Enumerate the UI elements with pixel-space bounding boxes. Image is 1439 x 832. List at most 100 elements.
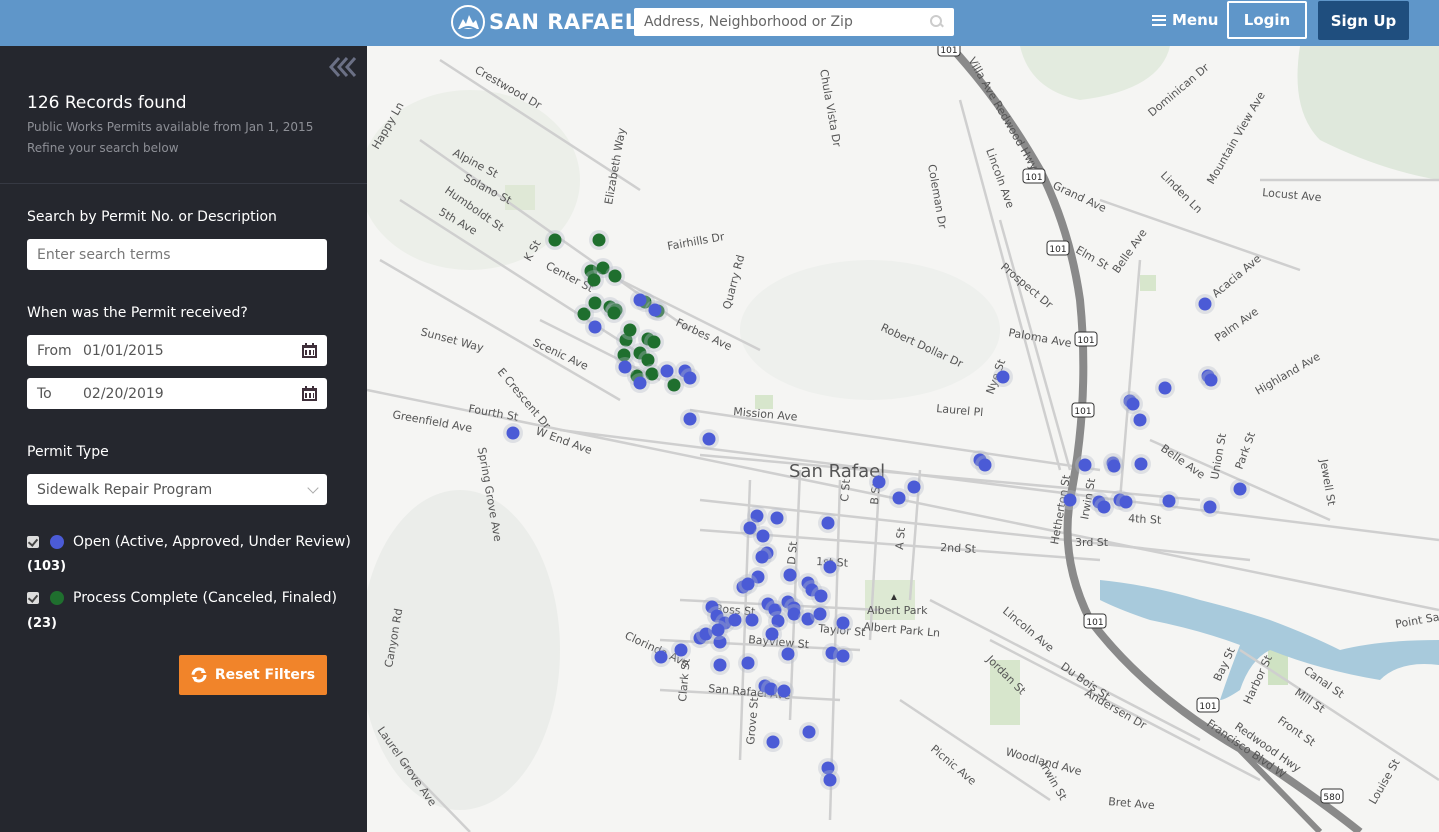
permit-marker-open[interactable] xyxy=(1134,457,1148,471)
street-label: Louise St xyxy=(1366,756,1403,806)
permit-marker-complete[interactable] xyxy=(607,306,621,320)
permit-marker-open[interactable] xyxy=(1198,297,1212,311)
permit-marker-complete[interactable] xyxy=(592,233,606,247)
permit-marker-open[interactable] xyxy=(770,511,784,525)
permit-marker-open[interactable] xyxy=(836,616,850,630)
permit-marker-open[interactable] xyxy=(823,560,837,574)
street-label: Picnic Ave xyxy=(928,742,979,788)
street-label: Villa Ave Redwood Hwy xyxy=(965,55,1040,173)
permit-marker-open[interactable] xyxy=(674,643,688,657)
address-search-box[interactable] xyxy=(634,8,954,36)
to-date-input[interactable] xyxy=(83,385,302,402)
street-label: Highland Ave xyxy=(1253,350,1323,398)
permit-marker-open[interactable] xyxy=(756,529,770,543)
permit-marker-open[interactable] xyxy=(765,627,779,641)
permit-marker-open[interactable] xyxy=(1158,381,1172,395)
permit-marker-open[interactable] xyxy=(783,568,797,582)
permit-marker-complete[interactable] xyxy=(608,269,622,283)
menu-button[interactable]: Menu xyxy=(1152,11,1218,29)
permit-map[interactable]: 101 101 101 101 101 101 101 580 Crestwoo… xyxy=(367,46,1439,832)
permit-search-input[interactable] xyxy=(37,246,317,263)
permit-marker-open[interactable] xyxy=(892,491,906,505)
permit-marker-open[interactable] xyxy=(1107,459,1121,473)
permit-marker-open[interactable] xyxy=(813,607,827,621)
permit-marker-open[interactable] xyxy=(588,320,602,334)
permit-marker-open[interactable] xyxy=(1097,500,1111,514)
street-label: Mountain View Ave xyxy=(1204,89,1268,186)
permit-marker-open[interactable] xyxy=(1133,413,1147,427)
permit-marker-open[interactable] xyxy=(907,480,921,494)
street-label: Prospect Dr xyxy=(998,260,1056,311)
permit-marker-open[interactable] xyxy=(683,412,697,426)
permit-marker-open[interactable] xyxy=(633,376,647,390)
permit-marker-open[interactable] xyxy=(745,613,759,627)
permit-marker-complete[interactable] xyxy=(588,296,602,310)
permit-marker-open[interactable] xyxy=(506,426,520,440)
permit-marker-open[interactable] xyxy=(654,650,668,664)
permit-marker-open[interactable] xyxy=(711,623,725,637)
map-canvas[interactable]: 101 101 101 101 101 101 101 580 Crestwoo… xyxy=(367,46,1439,832)
permit-marker-open[interactable] xyxy=(683,371,697,385)
permit-marker-open[interactable] xyxy=(648,303,662,317)
permit-marker-open[interactable] xyxy=(633,293,647,307)
permit-marker-open[interactable] xyxy=(741,577,755,591)
permit-marker-open[interactable] xyxy=(741,656,755,670)
permit-search-field[interactable] xyxy=(27,239,327,270)
permit-marker-open[interactable] xyxy=(728,613,742,627)
permit-marker-open[interactable] xyxy=(978,458,992,472)
permit-marker-open[interactable] xyxy=(1203,500,1217,514)
street-label: 2nd St xyxy=(940,541,977,556)
reset-filters-button[interactable]: Reset Filters xyxy=(179,655,327,695)
permit-marker-open[interactable] xyxy=(1204,373,1218,387)
permit-marker-open[interactable] xyxy=(1078,458,1092,472)
status-filter-complete[interactable]: Process Complete (Canceled, Finaled) xyxy=(27,590,337,606)
permit-marker-open[interactable] xyxy=(872,475,886,489)
permit-marker-open[interactable] xyxy=(755,550,769,564)
permit-marker-open[interactable] xyxy=(821,516,835,530)
permit-marker-open[interactable] xyxy=(836,649,850,663)
complete-checkbox[interactable] xyxy=(27,592,39,604)
terrain-layer xyxy=(367,46,1439,810)
from-date-input[interactable] xyxy=(83,342,302,359)
calendar-icon[interactable] xyxy=(302,386,317,401)
to-date-field[interactable]: To xyxy=(27,378,327,409)
permit-marker-complete[interactable] xyxy=(548,233,562,247)
permit-marker-open[interactable] xyxy=(1119,495,1133,509)
permit-marker-open[interactable] xyxy=(1162,494,1176,508)
calendar-icon[interactable] xyxy=(302,343,317,358)
collapse-sidebar-button[interactable] xyxy=(328,56,360,78)
permit-marker-open[interactable] xyxy=(713,658,727,672)
address-search-input[interactable] xyxy=(644,14,930,30)
complete-count: (23) xyxy=(27,616,57,631)
permit-marker-complete[interactable] xyxy=(623,323,637,337)
permit-marker-complete[interactable] xyxy=(587,273,601,287)
permit-marker-complete[interactable] xyxy=(647,335,661,349)
signup-button[interactable]: Sign Up xyxy=(1318,1,1409,40)
permit-marker-open[interactable] xyxy=(660,364,674,378)
permit-marker-open[interactable] xyxy=(781,647,795,661)
permit-marker-open[interactable] xyxy=(1063,493,1077,507)
search-icon[interactable] xyxy=(930,15,944,29)
status-filter-open[interactable]: Open (Active, Approved, Under Review) xyxy=(27,534,351,550)
login-button[interactable]: Login xyxy=(1227,1,1307,39)
permit-marker-open[interactable] xyxy=(814,589,828,603)
from-date-field[interactable]: From xyxy=(27,335,327,366)
street-label: Sunset Way xyxy=(419,325,485,354)
permit-marker-open[interactable] xyxy=(618,360,632,374)
san-rafael-logo[interactable]: SAN RAFAEL xyxy=(451,5,639,39)
permit-marker-open[interactable] xyxy=(1126,397,1140,411)
double-chevron-left-icon xyxy=(328,57,357,77)
permit-marker-open[interactable] xyxy=(823,773,837,787)
permit-type-select[interactable]: Sidewalk Repair Program xyxy=(27,474,327,505)
permit-marker-open[interactable] xyxy=(802,725,816,739)
street-label: D St xyxy=(785,540,800,565)
street-label: Quarry Rd xyxy=(720,253,747,310)
street-label: Fairhills Dr xyxy=(666,230,726,253)
permit-marker-open[interactable] xyxy=(777,684,791,698)
permit-marker-open[interactable] xyxy=(1233,482,1247,496)
permit-marker-open[interactable] xyxy=(702,432,716,446)
open-checkbox[interactable] xyxy=(27,536,39,548)
permit-marker-open[interactable] xyxy=(996,370,1010,384)
permit-marker-open[interactable] xyxy=(766,735,780,749)
street-label: Lincoln Ave xyxy=(1000,604,1057,654)
